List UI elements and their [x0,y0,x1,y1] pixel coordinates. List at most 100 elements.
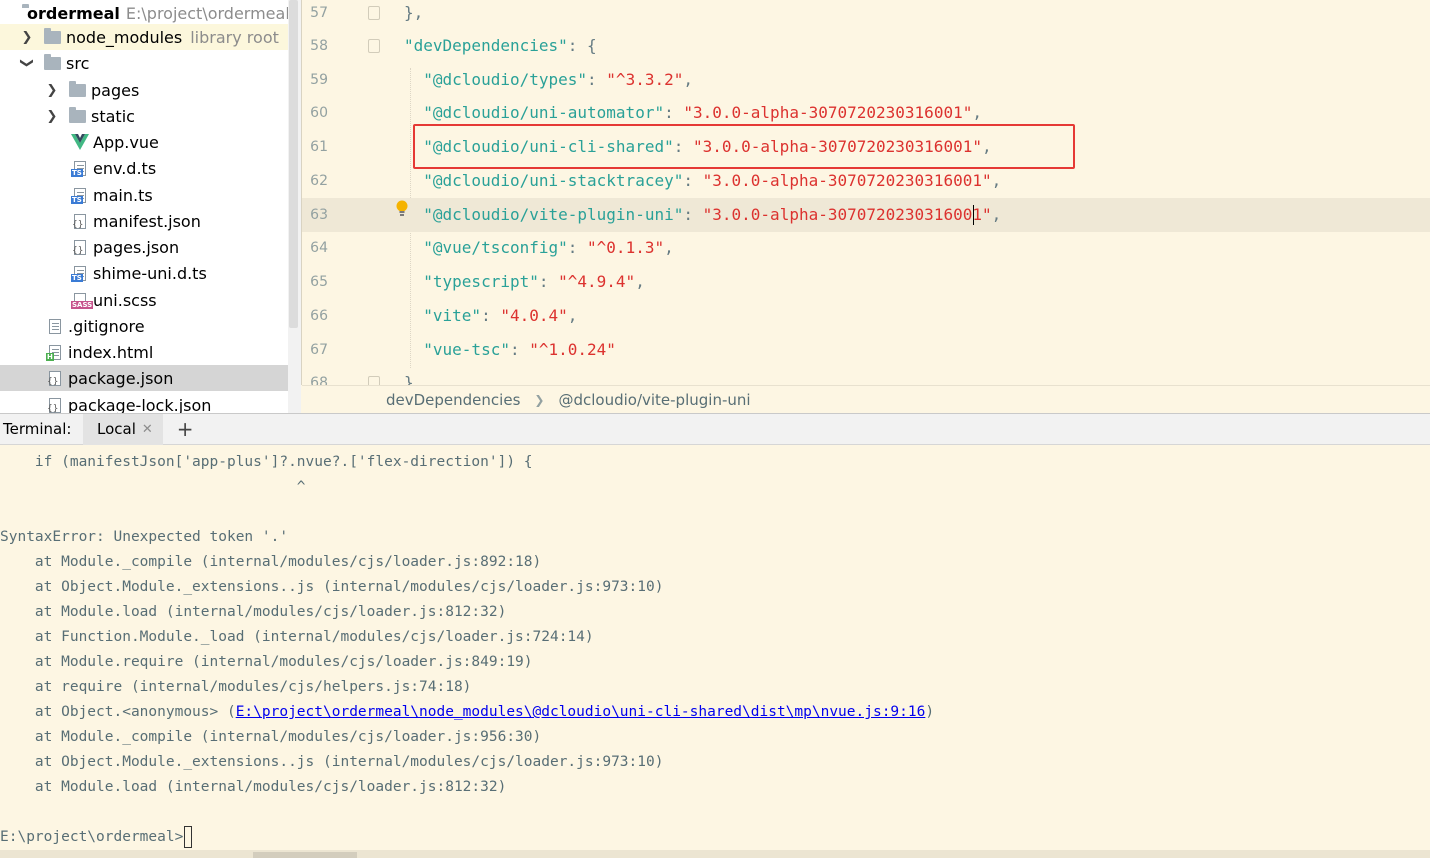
punctuation: , [991,205,1002,224]
terminal-line: at Object.Module._extensions..js (intern… [0,754,664,770]
folder-icon [69,80,86,97]
file-path-link[interactable]: E:\project\ordermeal\node_modules\@dclou… [236,704,926,720]
terminal-line: ^ [0,479,306,495]
tree-item-app-vue[interactable]: App.vue [0,129,288,155]
json-key: "@dcloudio/vite-plugin-uni" [404,205,684,224]
chevron-down-icon[interactable]: ❯ [20,56,35,70]
tree-item-label: .gitignore [68,316,145,336]
fold-marker-icon[interactable] [368,39,380,53]
code-line[interactable]: 58 "devDependencies": { [302,29,1430,63]
tree-item-static[interactable]: ❯ static [0,103,288,129]
sass-file-icon: SASS [71,291,94,309]
punctuation: , [635,272,645,291]
chevron-right-icon[interactable]: ❯ [20,30,34,45]
code-line[interactable]: 64 "@vue/tsconfig": "^0.1.3", [302,231,1430,265]
json-key: "vite" [404,306,482,325]
terminal-text: at Object.<anonymous> ( [0,704,236,720]
punctuation: : [683,205,703,224]
punctuation: : [664,103,684,122]
json-key: "devDependencies" [404,36,568,55]
terminal-line: at Module._compile (internal/modules/cjs… [0,729,542,745]
code-line[interactable]: 63 "@dcloudio/vite-plugin-uni": "3.0.0-a… [302,198,1430,232]
code-text: "@dcloudio/vite-plugin-uni": "3.0.0-alph… [404,198,1001,232]
close-icon[interactable]: ✕ [142,422,153,437]
fold-marker-icon[interactable] [368,376,380,385]
code-line[interactable]: 57}, [302,0,1430,30]
line-number: 67 [310,342,328,358]
terminal-line: at Function.Module._load (internal/modul… [0,629,594,645]
tree-item-env-d-ts[interactable]: TS env.d.ts [0,155,288,181]
tree-item-label: node_modules [66,27,183,47]
terminal-line: at Module.load (internal/modules/cjs/loa… [0,604,507,620]
code-line[interactable]: 65 "typescript": "^4.9.4", [302,265,1430,299]
tree-item-node-modules[interactable]: ❯ node_modules library root [0,24,288,50]
folder-icon [44,27,61,44]
tree-item-label: manifest.json [93,211,201,231]
tree-item-src[interactable]: ❯ src [0,50,288,76]
tree-root-path: E:\project\ordermeal [125,3,290,23]
folder-icon [44,53,61,70]
tree-item-main-ts[interactable]: TS main.ts [0,182,288,208]
vue-file-icon [71,133,89,151]
code-text: "vue-tsc": "^1.0.24" [404,333,616,367]
json-key: "typescript" [404,272,539,291]
tree-item-package-json[interactable]: {} package.json [0,365,301,391]
library-root-hint: library root [190,27,279,47]
punctuation: : [587,70,607,89]
terminal-prompt-line[interactable]: E:\project\ordermeal> [0,825,193,850]
tree-item-package-lock-json[interactable]: {} package-lock.json [0,392,288,414]
code-editor[interactable]: 57}, 58 "devDependencies": {59 "@dcloudio/… [301,0,1430,385]
code-text: "devDependencies": { [404,29,597,63]
tree-root-label: ordermeal [27,3,120,23]
tree-item-uni-scss[interactable]: SASS uni.scss [0,287,288,313]
code-line[interactable]: 68} [302,366,1430,385]
breadcrumb-item-vite-plugin-uni[interactable]: @dcloudio/vite-plugin-uni [558,391,750,409]
code-text: "vite": "4.0.4", [404,299,577,333]
text-caret [973,205,975,225]
chevron-right-icon[interactable]: ❯ [45,109,59,124]
fold-marker-icon[interactable] [368,6,380,20]
terminal-title: Terminal: [3,420,72,438]
json-key: "@vue/tsconfig" [404,238,568,257]
tree-item-manifest-json[interactable]: {} manifest.json [0,208,288,234]
terminal-output[interactable]: if (manifestJson['app-plus']?.nvue?.['fl… [0,445,1430,858]
tree-item-label: package-lock.json [68,395,212,414]
punctuation: : [509,340,530,359]
punctuation: : [481,306,501,325]
tree-item-pages[interactable]: ❯ pages [0,77,288,103]
code-line[interactable]: 62 "@dcloudio/uni-stacktracey": "3.0.0-a… [302,164,1430,198]
plus-icon[interactable]: + [177,417,194,441]
tree-item-index-html[interactable]: H index.html [0,339,288,365]
punctuation: , [972,103,982,122]
tree-root-ordermeal[interactable]: ordermeal E:\project\ordermeal [0,0,290,26]
line-number: 68 [310,375,328,385]
json-file-icon: {} [46,369,64,387]
code-line[interactable]: 66 "vite": "4.0.4", [302,299,1430,333]
tree-item-shime-uni-d-ts[interactable]: TS shime-uni.d.ts [0,260,288,286]
punctuation: , [683,70,693,89]
chevron-right-icon[interactable]: ❯ [45,83,59,98]
breadcrumb-item-devdependencies[interactable]: devDependencies [386,391,520,409]
line-number: 59 [310,72,328,88]
scrollbar-thumb[interactable] [253,852,357,858]
tree-item-label: shime-uni.d.ts [93,263,207,283]
tree-item-gitignore[interactable]: .gitignore [0,313,288,339]
tab-local[interactable]: Local ✕ [83,413,163,445]
code-line[interactable]: 67 "vue-tsc": "^1.0.24" [302,333,1430,367]
json-file-icon: {} [46,396,64,413]
json-file-icon: {} [71,212,89,230]
tree-item-label: env.d.ts [93,158,157,178]
terminal-cursor [184,826,193,848]
punctuation: : { [567,36,597,55]
terminal-horizontal-scrollbar[interactable] [0,850,1430,858]
project-scrollbar[interactable] [288,0,301,413]
line-number: 57 [310,5,328,21]
line-number: 65 [310,274,328,290]
tree-item-pages-json[interactable]: {} pages.json [0,234,288,260]
line-number: 63 [310,207,328,223]
breadcrumb: devDependencies ❯ @dcloudio/vite-plugin-… [302,385,1430,413]
terminal-line: at Module._compile (internal/modules/cjs… [0,554,542,570]
scrollbar-thumb[interactable] [289,0,298,328]
lightbulb-icon[interactable] [396,200,408,222]
code-line[interactable]: 59 "@dcloudio/types": "^3.3.2", [302,63,1430,97]
